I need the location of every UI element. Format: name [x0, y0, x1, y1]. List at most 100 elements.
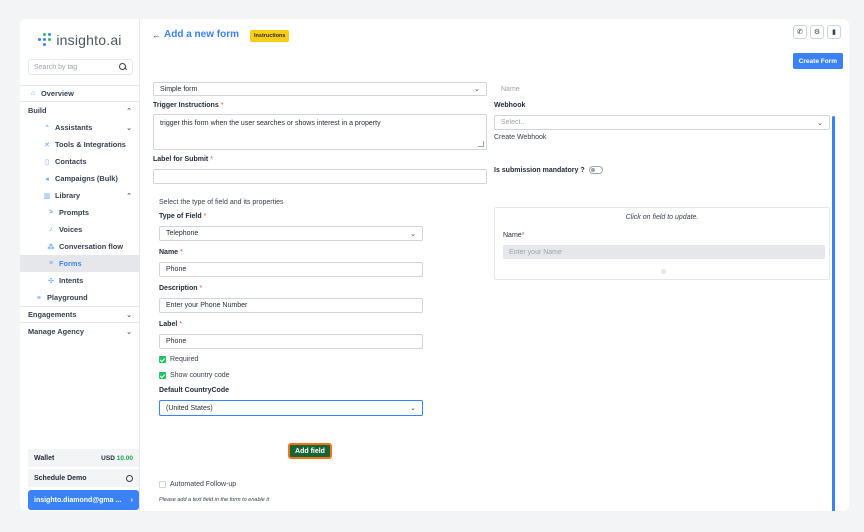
form-editor: Simple form ⌄ Name Trigger Instructions … — [150, 76, 835, 511]
name-label-text: Name — [159, 249, 179, 256]
search-input[interactable]: Search by tag — [28, 59, 133, 75]
field-label-input[interactable]: Phone — [159, 334, 423, 349]
field-type-select[interactable]: Telephone ⌄ — [159, 226, 423, 241]
chevron-down-icon: ⌄ — [817, 119, 823, 127]
label-label-text: Label — [159, 321, 178, 328]
field-section-title: Select the type of field and its propert… — [159, 199, 284, 206]
sidebar-item-label: Contacts — [55, 157, 87, 166]
wallet-box[interactable]: Wallet USD 10.00 — [28, 449, 139, 467]
trigger-label-text: Trigger Instructions — [153, 102, 219, 109]
sidebar-item-label: Library — [55, 191, 81, 200]
voice-icon: ♪ — [49, 226, 53, 233]
sidebar-item-intents[interactable]: ✣ Intents — [20, 272, 140, 289]
logo[interactable]: insighto.ai — [20, 27, 140, 53]
sidebar-item-label: Engagements — [28, 310, 77, 319]
preview-field-name[interactable]: Name* — [503, 232, 524, 239]
sidebar-item-label: Conversation flow — [59, 242, 124, 251]
mandatory-toggle[interactable] — [588, 166, 603, 174]
preview-field-name-text: Name — [503, 232, 522, 239]
wallet-currency: USD — [101, 454, 115, 462]
sidebar-item-label: Campaigns (Bulk) — [55, 174, 118, 183]
add-field-button[interactable]: Add field — [288, 443, 332, 459]
type-label-text: Type of Field — [159, 213, 202, 220]
chevron-down-icon: ⌄ — [410, 405, 416, 412]
field-type-value: Telephone — [166, 230, 199, 237]
sidebar-item-tools[interactable]: ✕ Tools & Integrations — [20, 136, 140, 153]
search-icon[interactable] — [119, 63, 127, 71]
logo-mark-icon — [38, 33, 52, 47]
followup-checkbox[interactable]: Automated Follow-up — [159, 481, 236, 488]
user-account-button[interactable]: insighto.diamond@gma ... › — [28, 490, 139, 510]
sidebar-item-manage-agency[interactable]: Manage Agency ⌄ — [20, 323, 140, 340]
required-checkbox[interactable]: Required — [159, 356, 198, 363]
chevron-right-icon: › — [130, 496, 133, 504]
field-name-input[interactable]: Phone — [159, 262, 423, 277]
submit-label-input[interactable] — [153, 169, 487, 184]
sidebar-item-label: Intents — [59, 276, 84, 285]
sidebar-item-playground[interactable]: ⚭ Playground — [20, 289, 140, 306]
checkbox-checked-icon — [159, 356, 166, 363]
instructions-badge[interactable]: Instructions — [250, 30, 290, 42]
type-label: Type of Field * — [159, 213, 207, 220]
flow-icon: ⁂ — [47, 243, 55, 251]
sidebar-item-assistants[interactable]: ⌃ Assistants ⌄ — [20, 119, 140, 136]
show-country-code-label: Show country code — [170, 372, 230, 379]
chevron-down-icon: ⌄ — [126, 124, 132, 132]
description-label: Description * — [159, 285, 203, 292]
name-label: Name * — [159, 249, 183, 256]
country-code-value: (United States) — [166, 404, 213, 412]
sidebar-item-library[interactable]: ▥ Library ⌃ — [20, 187, 140, 204]
sidebar-item-prompts[interactable]: > Prompts — [20, 204, 140, 221]
app-frame: insighto.ai Search by tag ⌂ Overview Bui… — [20, 19, 849, 511]
sidebar-item-label: Assistants — [55, 123, 93, 132]
create-webhook-link[interactable]: Create Webhook — [494, 134, 546, 141]
back-arrow-icon[interactable]: ← — [152, 30, 161, 40]
required-label: Required — [170, 356, 199, 363]
trigger-textarea[interactable]: trigger this form when the user searches… — [153, 114, 487, 150]
submit-label-text: Label for Submit — [153, 156, 209, 163]
sidebar-item-contacts[interactable]: ▯ Contacts — [20, 153, 140, 170]
sidebar-item-engagements[interactable]: Engagements ⌄ — [20, 306, 140, 323]
form-type-select[interactable]: Simple form ⌄ — [153, 82, 487, 96]
sidebar-item-label: Prompts — [59, 208, 89, 217]
chevron-down-icon: ⌄ — [410, 230, 416, 238]
tools-icon: ✕ — [44, 141, 50, 149]
page-title: Add a new form — [164, 29, 240, 40]
sidebar-item-campaigns[interactable]: ◂ Campaigns (Bulk) — [20, 170, 140, 187]
preview-dot-icon — [661, 269, 666, 274]
sidebar-item-forms[interactable]: ≡ Forms — [20, 255, 140, 272]
sidebar-item-overview[interactable]: ⌂ Overview — [20, 85, 140, 102]
settings-icon[interactable]: ⚙ — [810, 25, 824, 39]
schedule-demo-button[interactable]: Schedule Demo — [28, 469, 139, 487]
contacts-icon: ▯ — [45, 158, 49, 166]
preview-field-input[interactable]: Enter your Name — [503, 245, 825, 259]
mandatory-row: Is submission mandatory ? — [494, 166, 603, 174]
country-code-select[interactable]: (United States) ⌄ — [159, 400, 423, 416]
logo-text: insighto.ai — [56, 32, 122, 48]
sidebar-item-label: Manage Agency — [28, 327, 84, 336]
phone-icon[interactable]: ✆ — [793, 25, 807, 39]
trash-icon[interactable]: ▮ — [827, 25, 841, 39]
field-description-input[interactable]: Enter your Phone Number — [159, 298, 423, 313]
scrollbar[interactable] — [832, 116, 835, 511]
followup-label: Automated Follow-up — [170, 481, 237, 488]
followup-hint: Please add a text field in the form to e… — [159, 497, 270, 503]
header-icons: ✆ ⚙ ▮ — [793, 25, 841, 39]
sidebar-item-voices[interactable]: ♪ Voices — [20, 221, 140, 238]
webhook-select[interactable]: Select.. ⌄ — [494, 115, 830, 130]
form-name-input[interactable]: Name — [494, 82, 830, 96]
label-label: Label * — [159, 321, 182, 328]
show-country-code-checkbox[interactable]: Show country code — [159, 372, 230, 379]
assistant-icon: ⌃ — [44, 124, 50, 132]
chevron-up-icon: ⌃ — [126, 192, 132, 200]
sidebar-item-label: Build — [28, 106, 47, 115]
wallet-label: Wallet — [34, 454, 55, 462]
sidebar-item-conversation-flow[interactable]: ⁂ Conversation flow — [20, 238, 140, 255]
sidebar: insighto.ai Search by tag ⌂ Overview Bui… — [20, 19, 140, 511]
sidebar-item-build[interactable]: Build ⌃ — [20, 102, 140, 119]
create-form-button[interactable]: Create Form — [792, 53, 843, 69]
mandatory-label: Is submission mandatory ? — [494, 166, 585, 174]
chevron-down-icon: ⌄ — [474, 86, 480, 93]
schedule-label: Schedule Demo — [34, 474, 87, 482]
checkbox-checked-icon — [159, 372, 166, 379]
